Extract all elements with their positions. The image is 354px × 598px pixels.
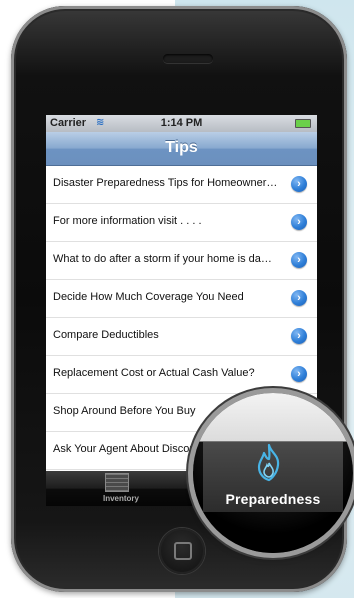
earpiece-speaker (163, 54, 213, 63)
tip-row[interactable]: Replacement Cost or Actual Cash Value? › (46, 356, 317, 394)
battery-icon (295, 119, 311, 128)
clock: 1:14 PM (160, 117, 203, 129)
tip-row[interactable]: Compare Deductibles › (46, 318, 317, 356)
disclosure-arrow-icon[interactable]: › (291, 328, 307, 344)
home-button[interactable] (159, 528, 205, 574)
status-bar: Carrier ≋ 1:14 PM (46, 115, 317, 132)
tip-label: For more information visit . . . . (53, 215, 202, 227)
tip-label: Compare Deductibles (53, 329, 159, 341)
disclosure-arrow-icon[interactable]: › (291, 252, 307, 268)
magnified-list-area (193, 393, 353, 442)
flame-icon (257, 443, 280, 482)
tab-label-preparedness: Preparedness (225, 491, 321, 507)
tip-label: Disaster Preparedness Tips for Homeowner… (53, 177, 279, 189)
home-square-icon (174, 542, 192, 560)
tip-label: Replacement Cost or Actual Cash Value? (53, 367, 255, 379)
disclosure-arrow-icon[interactable]: › (291, 366, 307, 382)
tip-row[interactable]: What to do after a storm if your home is… (46, 242, 317, 280)
tab-inventory[interactable]: Inventory (76, 471, 166, 506)
nav-title: Tips (165, 139, 198, 156)
inventory-grid-icon (105, 473, 129, 492)
tip-row[interactable]: Disaster Preparedness Tips for Homeowner… (46, 166, 317, 204)
tip-label: What to do after a storm if your home is… (53, 253, 279, 265)
tip-row[interactable]: Decide How Much Coverage You Need › (46, 280, 317, 318)
disclosure-arrow-icon[interactable]: › (291, 290, 307, 306)
nav-bar: Tips (46, 132, 317, 166)
magnifier-callout: Preparedness (193, 393, 353, 553)
tip-row[interactable]: For more information visit . . . . › (46, 204, 317, 242)
disclosure-arrow-icon[interactable]: › (291, 176, 307, 192)
disclosure-arrow-icon[interactable]: › (291, 214, 307, 230)
tip-label: Decide How Much Coverage You Need (53, 291, 244, 303)
tab-label: Inventory (102, 494, 139, 503)
